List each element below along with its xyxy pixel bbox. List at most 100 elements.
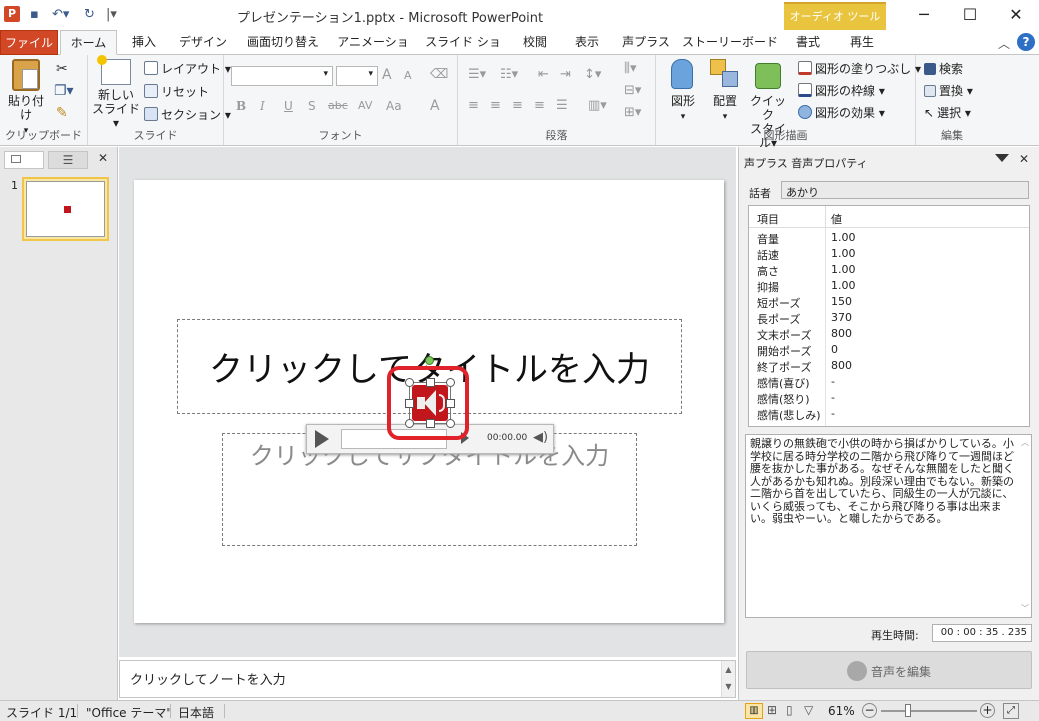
speech-text-area[interactable]: 親譲りの無鉄砲で小供の時から損ばかりしている。小学校に居る時分学校の二階から飛び… bbox=[745, 434, 1032, 618]
help-icon[interactable]: ? bbox=[1017, 33, 1035, 51]
rotate-handle[interactable] bbox=[425, 356, 434, 365]
slideshow-view-icon[interactable]: ▽ bbox=[804, 703, 813, 717]
property-row[interactable]: 短ポーズ 150 bbox=[749, 294, 1029, 310]
arrange-button[interactable]: 配置 ▾ bbox=[704, 59, 746, 124]
tab-review[interactable]: 校閲 bbox=[512, 30, 558, 55]
grow-font-icon[interactable]: A bbox=[382, 67, 392, 83]
layout-button[interactable]: レイアウト ▾ bbox=[144, 60, 231, 77]
clear-format-icon[interactable]: ⌫ bbox=[430, 67, 448, 82]
tab-transitions[interactable]: 画面切り替え bbox=[240, 30, 326, 55]
font-color-button[interactable]: A bbox=[430, 98, 440, 114]
numbering-icon[interactable]: ☷▾ bbox=[500, 67, 518, 82]
char-spacing-button[interactable]: AV bbox=[358, 99, 372, 112]
resize-handle-w[interactable] bbox=[405, 399, 414, 408]
property-row[interactable]: 開始ポーズ 0 bbox=[749, 342, 1029, 358]
status-theme[interactable]: "Office テーマ" bbox=[86, 704, 172, 721]
resize-handle-nw[interactable] bbox=[405, 378, 414, 387]
close-pane-icon[interactable]: ✕ bbox=[98, 151, 108, 165]
property-row[interactable]: 高さ 1.00 bbox=[749, 262, 1029, 278]
tab-design[interactable]: デザイン bbox=[172, 30, 234, 55]
zoom-out-icon[interactable]: − bbox=[862, 703, 877, 718]
resize-handle-e[interactable] bbox=[446, 399, 455, 408]
resize-handle-ne[interactable] bbox=[446, 378, 455, 387]
edit-voice-button[interactable]: 音声を編集 bbox=[746, 651, 1032, 689]
pane-menu-icon[interactable] bbox=[995, 154, 1009, 162]
minimize-button[interactable]: ─ bbox=[901, 0, 947, 30]
select-button[interactable]: ↖ 選択 ▾ bbox=[924, 104, 971, 121]
align-center-icon[interactable]: ≡ bbox=[490, 98, 501, 113]
smartart-icon[interactable]: ⊞▾ bbox=[624, 105, 641, 120]
justify-icon[interactable]: ≡ bbox=[534, 98, 545, 113]
notes-scrollbar[interactable]: ▲ ▼ bbox=[721, 661, 735, 697]
increase-indent-icon[interactable]: ⇥ bbox=[560, 67, 571, 82]
resize-handle-se[interactable] bbox=[446, 419, 455, 428]
columns-icon[interactable]: ▥▾ bbox=[588, 98, 607, 113]
property-row[interactable]: 感情(喜び) - bbox=[749, 374, 1029, 390]
resize-handle-sw[interactable] bbox=[405, 419, 414, 428]
sorter-view-icon[interactable]: ⊞ bbox=[767, 703, 777, 717]
pane-close-icon[interactable]: ✕ bbox=[1019, 152, 1029, 166]
new-slide-button[interactable]: 新しい スライド▾ bbox=[92, 55, 140, 130]
resize-handle-n[interactable] bbox=[426, 378, 435, 387]
property-row[interactable]: 感情(悲しみ) - bbox=[749, 406, 1029, 422]
underline-button[interactable]: U bbox=[284, 99, 293, 113]
shape-outline-button[interactable]: 図形の枠線 ▾ bbox=[798, 82, 885, 99]
textarea-scrollbar[interactable]: ︿ ﹀ bbox=[1019, 435, 1031, 617]
tab-file[interactable]: ファイル bbox=[0, 30, 58, 55]
zoom-in-icon[interactable]: + bbox=[980, 703, 995, 718]
normal-view-icon[interactable]: ▥ bbox=[745, 703, 763, 719]
shape-effects-button[interactable]: 図形の効果 ▾ bbox=[798, 104, 885, 121]
slide-thumbnail[interactable] bbox=[22, 177, 109, 241]
property-row[interactable]: 抑揚 1.00 bbox=[749, 278, 1029, 294]
zoom-level[interactable]: 61% bbox=[828, 704, 855, 718]
tab-playback[interactable]: 再生 bbox=[838, 30, 886, 55]
property-row[interactable]: 文末ポーズ 800 bbox=[749, 326, 1029, 342]
resize-handle-s[interactable] bbox=[426, 419, 435, 428]
shadow-button[interactable]: S bbox=[308, 99, 316, 113]
collapse-ribbon-icon[interactable]: ︿ bbox=[998, 35, 1010, 52]
shape-fill-button[interactable]: 図形の塗りつぶし ▾ bbox=[798, 60, 921, 77]
find-button[interactable]: 検索 bbox=[924, 60, 963, 77]
section-button[interactable]: セクション ▾ bbox=[144, 106, 231, 123]
close-button[interactable]: ✕ bbox=[993, 0, 1039, 30]
notes-pane[interactable]: クリックしてノートを入力 ▲ ▼ bbox=[119, 660, 736, 698]
status-language[interactable]: 日本語 bbox=[178, 704, 214, 721]
format-painter-icon[interactable]: ✎ bbox=[56, 105, 68, 121]
replace-button[interactable]: 置換 ▾ bbox=[924, 82, 973, 99]
zoom-slider-thumb[interactable] bbox=[905, 704, 911, 717]
shrink-font-icon[interactable]: A bbox=[404, 69, 412, 82]
distributed-icon[interactable]: ☰ bbox=[556, 98, 568, 113]
text-direction-icon[interactable]: ⫼▾ bbox=[624, 61, 637, 76]
bullets-icon[interactable]: ☰▾ bbox=[468, 67, 486, 82]
align-text-icon[interactable]: ⊟▾ bbox=[624, 83, 641, 98]
strikethrough-button[interactable]: abc bbox=[328, 99, 348, 112]
decrease-indent-icon[interactable]: ⇤ bbox=[538, 67, 549, 82]
shapes-button[interactable]: 図形 ▾ bbox=[662, 59, 704, 124]
font-size-combo[interactable]: ▾ bbox=[336, 66, 378, 86]
slides-tab-icon[interactable] bbox=[4, 151, 44, 169]
tab-format[interactable]: 書式 bbox=[784, 30, 832, 55]
bold-button[interactable]: B bbox=[236, 99, 246, 113]
play-button[interactable] bbox=[315, 430, 329, 448]
property-row[interactable]: 長ポーズ 370 bbox=[749, 310, 1029, 326]
maximize-button[interactable]: ☐ bbox=[947, 0, 993, 30]
font-name-combo[interactable]: ▾ bbox=[231, 66, 333, 86]
zoom-slider[interactable] bbox=[881, 704, 977, 717]
fit-to-window-icon[interactable]: ⤢ bbox=[1003, 703, 1019, 719]
change-case-button[interactable]: Aa bbox=[386, 99, 402, 113]
property-row[interactable]: 終了ポーズ 800 bbox=[749, 358, 1029, 374]
italic-button[interactable]: I bbox=[260, 99, 265, 113]
outline-tab-icon[interactable]: ☰ bbox=[48, 151, 88, 169]
tab-koe-plus[interactable]: 声プラス bbox=[616, 30, 676, 55]
tab-storyboard[interactable]: ストーリーボード bbox=[682, 30, 778, 55]
align-right-icon[interactable]: ≡ bbox=[512, 98, 523, 113]
reset-button[interactable]: リセット bbox=[144, 83, 209, 100]
tab-animations[interactable]: アニメーション bbox=[332, 30, 414, 73]
cut-icon[interactable]: ✂ bbox=[56, 61, 68, 77]
property-row[interactable]: 感情(怒り) - bbox=[749, 390, 1029, 406]
tab-view[interactable]: 表示 bbox=[564, 30, 610, 55]
line-spacing-icon[interactable]: ↕▾ bbox=[584, 67, 601, 82]
pane-splitter[interactable] bbox=[119, 653, 736, 657]
copy-icon[interactable]: ❐▾ bbox=[54, 83, 74, 99]
volume-icon[interactable]: ◀) bbox=[533, 430, 548, 445]
